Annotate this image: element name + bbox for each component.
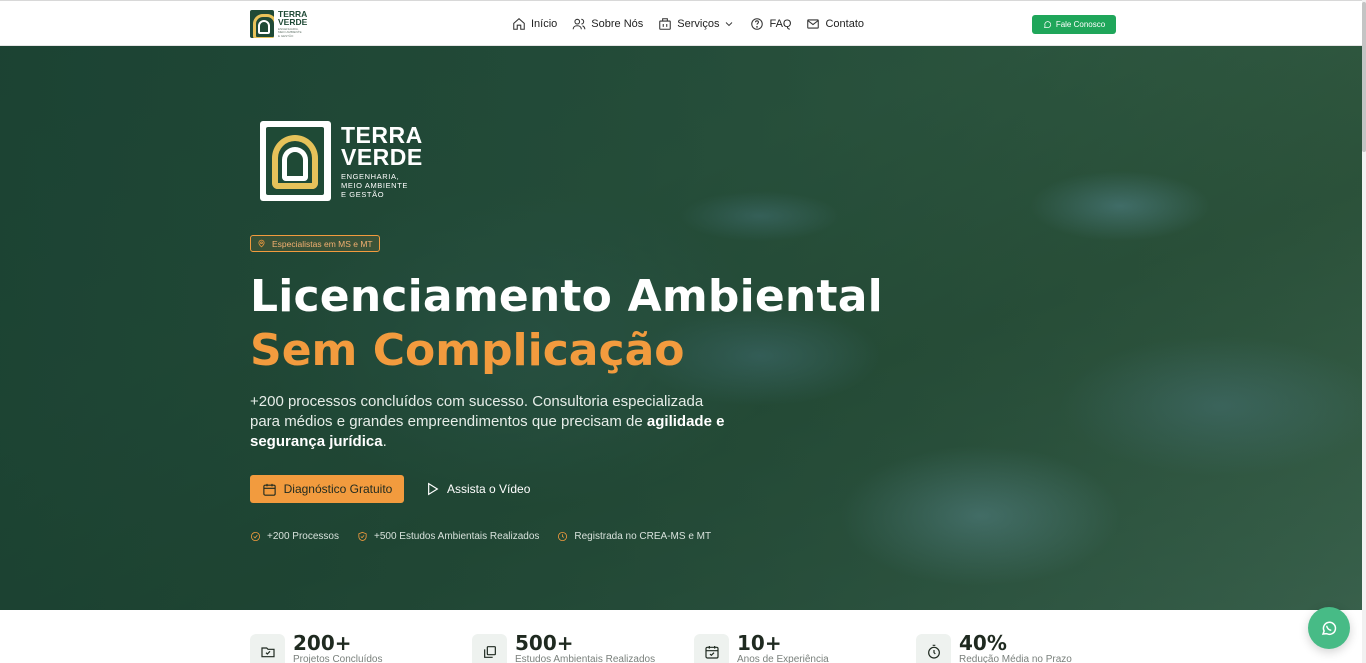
folder-check-icon bbox=[260, 646, 275, 657]
stat-label: Projetos Concluídos bbox=[293, 654, 383, 663]
stat-estudos: 500+ Estudos Ambientais Realizados bbox=[472, 632, 655, 663]
nav-item-faq[interactable]: FAQ bbox=[750, 17, 791, 31]
stat-projetos: 200+ Projetos Concluídos bbox=[250, 632, 383, 663]
timer-icon bbox=[927, 644, 940, 659]
check-circle-icon bbox=[250, 531, 261, 542]
hero-logo: TERRA VERDE ENGENHARIA, MEIO AMBIENTE E … bbox=[260, 121, 423, 201]
calendar-check-icon bbox=[704, 645, 719, 659]
hero-logo-sub-1: ENGENHARIA, bbox=[341, 171, 400, 181]
nav-label: Serviços bbox=[677, 18, 720, 30]
logo-mark-icon bbox=[250, 10, 274, 38]
trust-item: +500 Estudos Ambientais Realizados bbox=[357, 531, 539, 542]
lead-end: . bbox=[382, 433, 387, 450]
nav-item-contato[interactable]: Contato bbox=[806, 17, 864, 31]
trust-label: +500 Estudos Ambientais Realizados bbox=[374, 531, 540, 542]
whatsapp-icon bbox=[1321, 621, 1337, 635]
assista-video-button[interactable]: Assista o Vídeo bbox=[424, 475, 530, 503]
page-scrollbar[interactable] bbox=[1362, 0, 1366, 663]
nav-label: Início bbox=[531, 18, 558, 30]
chevron-down-icon bbox=[726, 22, 733, 27]
lead-text: +200 processos concluídos com sucesso. C… bbox=[250, 393, 704, 430]
hero-logo-title-2: VERDE bbox=[341, 143, 423, 170]
stat-label: Estudos Ambientais Realizados bbox=[515, 654, 656, 663]
hero-logo-sub-3: E GESTÃO bbox=[341, 189, 385, 199]
home-icon bbox=[513, 18, 525, 30]
nav-item-sobre-nos[interactable]: Sobre Nós bbox=[572, 17, 643, 31]
clock-icon bbox=[558, 531, 568, 542]
users-icon bbox=[572, 18, 586, 30]
fale-conosco-label: Fale Conosco bbox=[1055, 20, 1106, 29]
hero-logo-sub-2: MEIO AMBIENTE bbox=[341, 180, 408, 190]
mail-icon bbox=[807, 19, 820, 29]
scrollbar-thumb[interactable] bbox=[1362, 2, 1366, 152]
header-logo[interactable]: TERRA VERDE ENGENHARIA, MEIO AMBIENTE E … bbox=[250, 9, 310, 39]
stat-value: 10+ bbox=[737, 631, 782, 655]
trust-item: +200 Processos bbox=[250, 531, 339, 542]
fale-conosco-button[interactable]: Fale Conosco bbox=[1032, 15, 1116, 34]
hero-section: TERRA VERDE ENGENHARIA, MEIO AMBIENTE E … bbox=[0, 46, 1362, 610]
trust-item: Registrada no CREA-MS e MT bbox=[557, 531, 711, 542]
stats-section: 200+ Projetos Concluídos 500+ Estudos Am… bbox=[0, 610, 1362, 663]
calendar-icon bbox=[262, 483, 276, 496]
badge-label: Especialistas em MS e MT bbox=[272, 238, 373, 249]
logo-title-2: VERDE bbox=[278, 16, 308, 27]
nav-label: Sobre Nós bbox=[591, 18, 644, 30]
whatsapp-float-button[interactable] bbox=[1308, 607, 1350, 649]
nav-label: Contato bbox=[825, 18, 865, 30]
stat-value: 40% bbox=[959, 631, 1007, 655]
stat-anos: 10+ Anos de Experiência bbox=[694, 632, 829, 663]
stat-reducao: 40% Redução Média no Prazo bbox=[916, 632, 1072, 663]
hero-title-line1: Licenciamento Ambiental bbox=[250, 271, 883, 322]
map-pin-icon bbox=[258, 239, 265, 248]
diagnostico-gratuito-button[interactable]: Diagnóstico Gratuito bbox=[250, 475, 404, 503]
hero-title-line2: Sem Complicação bbox=[250, 325, 685, 376]
nav-item-inicio[interactable]: Início bbox=[512, 17, 557, 31]
whatsapp-icon bbox=[1043, 21, 1051, 29]
copy-icon bbox=[483, 645, 496, 658]
shield-check-icon bbox=[358, 531, 367, 542]
site-header: TERRA VERDE ENGENHARIA, MEIO AMBIENTE E … bbox=[0, 0, 1366, 46]
stat-value: 500+ bbox=[515, 631, 574, 655]
nav-item-servicos[interactable]: Serviços bbox=[658, 17, 735, 31]
trust-label: +200 Processos bbox=[267, 531, 339, 542]
nav-label: FAQ bbox=[769, 18, 792, 30]
stat-value: 200+ bbox=[293, 631, 352, 655]
hero-logo-title-1: TERRA bbox=[341, 121, 423, 148]
help-circle-icon bbox=[751, 18, 764, 30]
specialists-badge: Especialistas em MS e MT bbox=[250, 235, 380, 252]
stat-label: Redução Média no Prazo bbox=[959, 654, 1072, 663]
building-icon bbox=[659, 18, 672, 30]
logo-sub-3: E GESTÃO bbox=[278, 33, 294, 38]
trust-label: Registrada no CREA-MS e MT bbox=[574, 531, 712, 542]
main-nav: Início Sobre Nós Serviços FAQ Contato bbox=[512, 1, 879, 47]
play-icon bbox=[428, 482, 439, 496]
hero-lead: +200 processos concluídos com sucesso. C… bbox=[250, 392, 730, 452]
stat-label: Anos de Experiência bbox=[737, 654, 829, 663]
trust-indicators: +200 Processos +500 Estudos Ambientais R… bbox=[250, 531, 729, 542]
logo-mark-icon bbox=[260, 121, 331, 201]
video-label: Assista o Vídeo bbox=[447, 482, 531, 496]
diagnostico-label: Diagnóstico Gratuito bbox=[283, 482, 393, 496]
